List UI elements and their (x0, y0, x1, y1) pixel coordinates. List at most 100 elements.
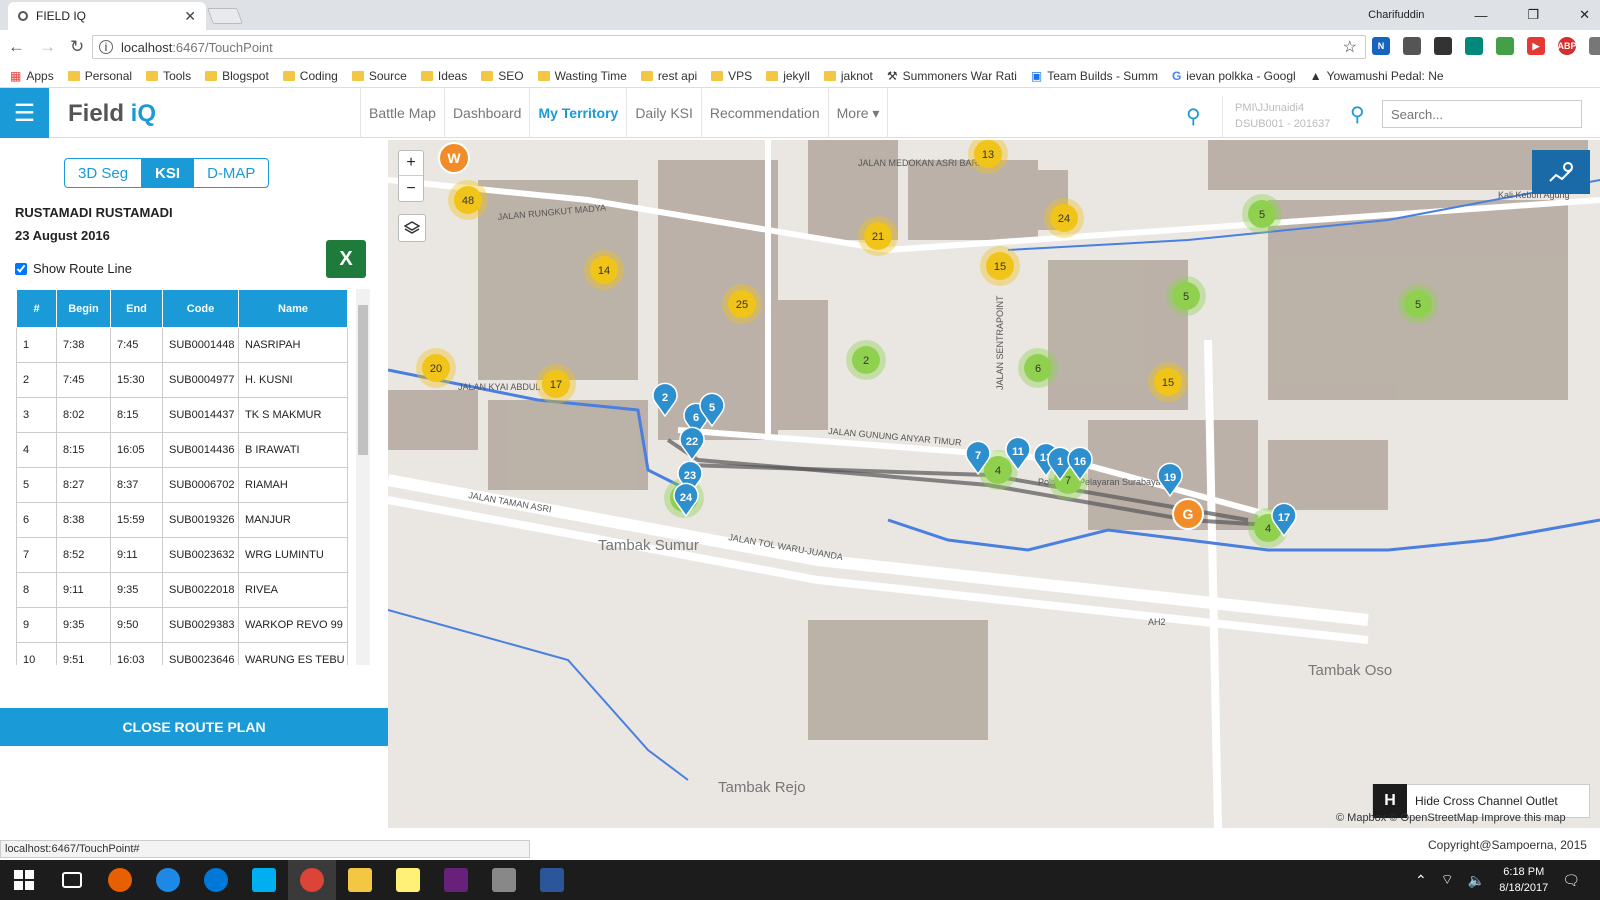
special-marker[interactable]: W (438, 142, 470, 174)
clock[interactable]: 6:18 PM 8/18/2017 (1499, 864, 1548, 896)
special-marker[interactable]: G (1172, 498, 1204, 530)
search-input[interactable] (1382, 100, 1582, 128)
bookmark-folder[interactable]: Wasting Time (537, 69, 627, 83)
nav-daily-ksi[interactable]: Daily KSI (626, 88, 701, 138)
bookmark-folder[interactable]: Tools (146, 69, 191, 83)
internet-explorer-icon[interactable] (144, 860, 192, 900)
segment-d-map[interactable]: D-MAP (194, 159, 268, 187)
reload-icon[interactable]: ↻ (70, 37, 84, 57)
cluster-marker[interactable]: 5 (1166, 276, 1206, 316)
skype-icon[interactable] (240, 860, 288, 900)
extension-icon[interactable]: N (1372, 37, 1390, 55)
bookmark-folder[interactable]: Personal (67, 69, 132, 83)
extension-icon[interactable] (1496, 37, 1514, 55)
location-pin-icon[interactable]: ⚲ (1186, 104, 1201, 129)
bookmark-link[interactable]: ▣ Team Builds - Summ (1031, 69, 1158, 83)
column-header[interactable]: Name (238, 289, 348, 328)
map-route-tool-icon[interactable] (1532, 150, 1590, 194)
bookmark-link[interactable]: ⚒ Summoners War Rati (887, 69, 1017, 83)
nav-more-dropdown[interactable]: More ▾ (827, 88, 889, 138)
route-checkbox[interactable] (15, 262, 27, 275)
column-header[interactable]: Code (162, 289, 239, 328)
bookmark-folder[interactable]: jaknot (823, 69, 873, 83)
address-bar[interactable]: i localhost:6467/TouchPoint ☆ (92, 35, 1366, 59)
zoom-in-button[interactable]: + (399, 151, 423, 176)
bookmark-link[interactable]: Gievan polkka - Googl (1172, 69, 1296, 83)
forward-icon[interactable]: → (39, 37, 56, 57)
outlet-pin[interactable]: 22 (679, 426, 705, 462)
cluster-marker[interactable]: 48 (448, 180, 488, 220)
extension-icon[interactable] (1465, 37, 1483, 55)
back-icon[interactable]: ← (8, 37, 25, 57)
cluster-marker[interactable]: 5 (1398, 284, 1438, 324)
scrollbar-thumb[interactable] (358, 305, 368, 455)
segment-ksi[interactable]: KSI (142, 159, 195, 187)
file-explorer-icon[interactable] (336, 860, 384, 900)
browser-tab[interactable]: FIELD IQ ✕ (8, 2, 206, 30)
firefox-icon[interactable] (96, 860, 144, 900)
cluster-marker[interactable]: 25 (722, 284, 762, 324)
column-header[interactable]: Begin (56, 289, 111, 328)
extension-icon[interactable] (1403, 37, 1421, 55)
bookmark-folder[interactable]: Blogspot (205, 69, 269, 83)
profile-name[interactable]: Charifuddin (1368, 9, 1424, 21)
segment-3d-seg[interactable]: 3D Seg (65, 159, 143, 187)
close-tab-icon[interactable]: ✕ (184, 8, 196, 25)
volume-icon[interactable]: 🔈 (1468, 872, 1485, 889)
cluster-marker[interactable]: 15 (1148, 362, 1188, 402)
bookmark-folder[interactable]: SEO (481, 69, 524, 83)
table-row[interactable]: 4 8:15 16:05 SUB0014436 B IRAWATI (16, 432, 348, 468)
tools-icon[interactable] (480, 860, 528, 900)
excel-export-icon[interactable]: X (326, 240, 366, 278)
nav-battle-map[interactable]: Battle Map (360, 88, 444, 138)
cluster-marker[interactable]: 20 (416, 348, 456, 388)
table-row[interactable]: 2 7:45 15:30 SUB0004977 H. KUSNI (16, 362, 348, 398)
sticky-notes-icon[interactable] (384, 860, 432, 900)
bookmark-apps[interactable]: ▦ Apps (10, 69, 54, 83)
cluster-marker[interactable]: 24 (1044, 198, 1084, 238)
wifi-icon[interactable]: ⌔ (1441, 871, 1454, 889)
extension-icon[interactable]: ▶ (1527, 37, 1545, 55)
cluster-marker[interactable]: 17 (536, 364, 576, 404)
visual-studio-icon[interactable] (432, 860, 480, 900)
star-icon[interactable]: ☆ (1343, 37, 1357, 57)
word-icon[interactable] (528, 860, 576, 900)
bookmark-link[interactable]: ▲ Yowamushi Pedal: Ne (1310, 69, 1444, 83)
show-route-toggle[interactable]: Show Route Line (15, 261, 132, 276)
restore-icon[interactable]: ❐ (1527, 7, 1539, 23)
table-row[interactable]: 8 9:11 9:35 SUB0022018 RIVEA (16, 572, 348, 608)
map-canvas[interactable]: JALAN RUNGKUT MADYA JALAN MEDOKAN ASRI B… (388, 140, 1600, 828)
table-row[interactable]: 3 8:02 8:15 SUB0014437 TK S MAKMUR (16, 397, 348, 433)
bookmark-folder[interactable]: VPS (711, 69, 752, 83)
nav-my-territory[interactable]: My Territory (529, 88, 626, 138)
adblock-icon[interactable]: ABP (1558, 37, 1577, 55)
table-row[interactable]: 10 9:51 16:03 SUB0023646 WARUNG ES TEBU (16, 642, 348, 665)
windows-start-icon[interactable] (0, 860, 48, 900)
bookmark-folder[interactable]: Ideas (420, 69, 467, 83)
search-icon[interactable]: ⚲ (1350, 102, 1365, 127)
edge-icon[interactable] (192, 860, 240, 900)
table-row[interactable]: 7 8:52 9:11 SUB0023632 WRG LUMINTU (16, 537, 348, 573)
table-row[interactable]: 1 7:38 7:45 SUB0001448 NASRIPAH (16, 327, 348, 363)
table-row[interactable]: 5 8:27 8:37 SUB0006702 RIAMAH (16, 467, 348, 503)
table-row[interactable]: 6 8:38 15:59 SUB0019326 MANJUR (16, 502, 348, 538)
chevron-up-icon[interactable]: ⌃ (1415, 872, 1427, 889)
nav-recommendation[interactable]: Recommendation (700, 88, 828, 138)
chrome-icon[interactable] (288, 860, 336, 900)
hamburger-menu-icon[interactable]: ☰ (0, 88, 49, 138)
bookmark-folder[interactable]: jekyll (766, 69, 810, 83)
cluster-marker[interactable]: 14 (584, 250, 624, 290)
bookmark-folder[interactable]: rest api (640, 69, 697, 83)
extension-icon[interactable] (1589, 37, 1600, 55)
bookmark-folder[interactable]: Source (351, 69, 407, 83)
cluster-marker[interactable]: 21 (858, 216, 898, 256)
layers-icon[interactable] (398, 214, 426, 242)
map[interactable]: JALAN RUNGKUT MADYA JALAN MEDOKAN ASRI B… (388, 140, 1600, 828)
cluster-marker[interactable]: 5 (1242, 194, 1282, 234)
notifications-icon[interactable]: 🗨 (1562, 872, 1580, 889)
close-route-plan-button[interactable]: CLOSE ROUTE PLAN (0, 708, 388, 746)
extension-icon[interactable] (1434, 37, 1452, 55)
close-window-icon[interactable]: ✕ (1579, 7, 1590, 23)
cluster-marker[interactable]: 6 (1018, 348, 1058, 388)
bookmark-folder[interactable]: Coding (282, 69, 338, 83)
